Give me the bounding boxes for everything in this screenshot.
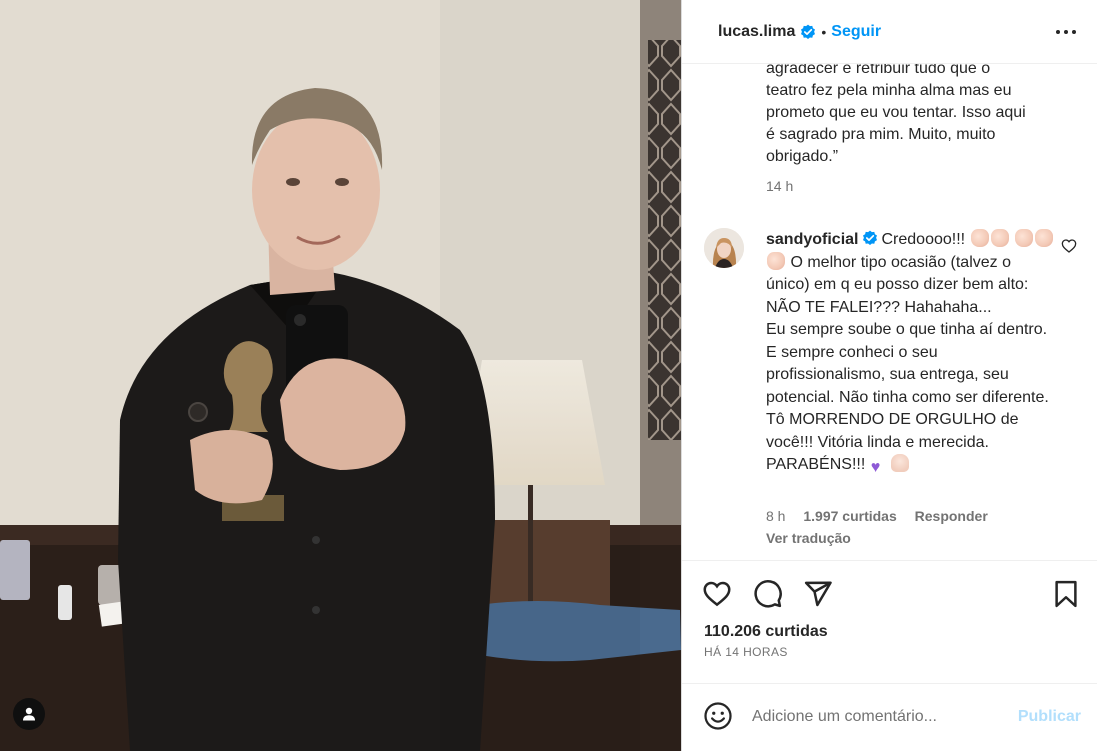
publish-button[interactable]: Publicar [1018,708,1081,726]
fist-bump-emoji-icon [990,229,1009,247]
comment-input[interactable] [752,704,1012,730]
caption-line: prometo que eu vou tentar. Isso aqui [766,104,1026,121]
follow-button[interactable]: Seguir [831,23,881,41]
like-heart-icon[interactable] [702,579,732,609]
fist-bump-emoji-icon [1035,229,1053,247]
comment-meta: 8 h 1.997 curtidas Responder [766,508,1002,524]
reply-button[interactable]: Responder [915,508,988,524]
tagged-users-button[interactable] [13,698,45,730]
comment-like-heart-icon[interactable] [1061,238,1077,254]
caption-line: agradecer e retribuir tudo que o [766,64,991,77]
comments-section[interactable]: agradecer e retribuir tudo que o teatro … [682,64,1097,560]
comment-bubble-icon[interactable] [753,579,783,609]
commenter-username[interactable]: sandyoficial [766,231,858,248]
praying-hands-emoji-icon [890,454,909,472]
save-bookmark-icon[interactable] [1051,579,1081,609]
verified-badge-icon [800,24,816,40]
purple-heart-emoji-icon: ♥ [870,459,881,476]
post-actions: 110.206 curtidas HÁ 14 HORAS [682,560,1097,683]
commenter-avatar[interactable] [704,228,744,268]
comment-text-start: Credoooo!!! [881,231,966,248]
user-icon [23,707,35,721]
photo-image [0,0,681,751]
separator-dot: • [821,23,827,40]
caption-text: agradecer e retribuir tudo que o teatro … [766,64,1066,168]
see-translation-link[interactable]: Ver tradução [766,530,851,546]
verified-badge-icon [862,230,878,246]
comment-text: sandyoficial Credoooo!!! O melhor tipo oc… [766,229,1058,477]
post-details-panel: lucas.lima • Seguir agradecer e retribui… [681,0,1097,751]
fist-bump-emoji-icon [767,251,785,270]
caption-line: é sagrado pra mim. Muito, muito [766,126,996,143]
caption-timestamp[interactable]: 14 h [766,178,793,194]
emoji-smiley-icon[interactable] [703,701,733,731]
fist-bump-emoji-icon [970,229,989,247]
post-photo[interactable] [0,0,681,751]
comment-likes-count[interactable]: 1.997 curtidas [803,508,896,524]
post-time-ago[interactable]: HÁ 14 HORAS [704,645,788,659]
author-username[interactable]: lucas.lima [718,23,795,41]
add-comment-bar: Publicar [682,683,1097,751]
comment-timestamp[interactable]: 8 h [766,508,785,524]
share-send-icon[interactable] [803,579,833,609]
post-likes-count[interactable]: 110.206 curtidas [704,623,828,641]
comment-text-rest: O melhor tipo ocasião (talvez o único) e… [766,253,1029,316]
fist-bump-emoji-icon [1015,229,1033,247]
comment-text-body: Eu sempre soube o que tinha aí dentro. E… [766,319,1058,477]
caption-line: obrigado.” [766,148,839,165]
post-header: lucas.lima • Seguir [682,0,1097,64]
caption-line: teatro fez pela minha alma mas eu [766,82,1012,99]
more-options-icon[interactable] [1054,22,1078,42]
comment-body-text: Eu sempre soube o que tinha aí dentro. E… [766,321,1049,473]
